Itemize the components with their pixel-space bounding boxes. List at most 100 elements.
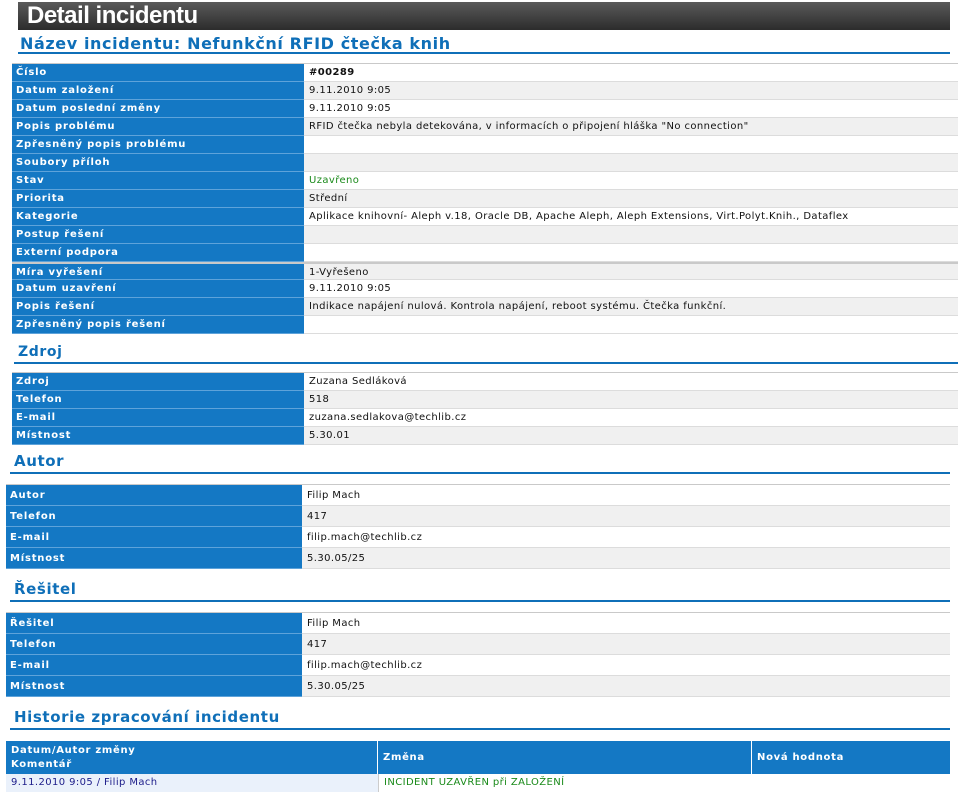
row-solver-phone: Telefon 417 <box>6 634 950 655</box>
row-external-support: Externí podpora <box>12 244 958 262</box>
field-label: Postup řešení <box>12 226 304 244</box>
field-label: Číslo <box>12 64 304 82</box>
field-label: Soubory příloh <box>12 154 304 172</box>
closed-date: 9.11.2010 9:05 <box>304 280 958 298</box>
history-header: Datum/Autor změny Komentář Změna Nová ho… <box>6 741 950 774</box>
solver-table: Řešitel Filip Mach Telefon 417 E-mail filip… <box>6 612 950 697</box>
field-label: Zpřesněný popis problému <box>12 136 304 154</box>
history-row: 9.11.2010 9:05 / Filip Mach INCIDENT UZA… <box>6 774 950 792</box>
source-heading: Zdroj <box>14 344 958 364</box>
solution-description: Indikace napájení nulová. Kontrola napáj… <box>304 298 958 316</box>
priority-value: Střední <box>304 190 958 208</box>
field-label: Míra vyřešení <box>12 262 304 280</box>
row-modified: Datum poslední změny 9.11.2010 9:05 <box>12 100 958 118</box>
field-label: Místnost <box>6 548 302 569</box>
field-label: Datum založení <box>12 82 304 100</box>
row-closed: Datum uzavření 9.11.2010 9:05 <box>12 280 958 298</box>
history-change: INCIDENT UZAVŘEN při ZALOŽENÍ <box>378 774 752 792</box>
field-label: Telefon <box>6 634 302 655</box>
field-label: Datum uzavření <box>12 280 304 298</box>
row-status: Stav Uzavřeno <box>12 172 958 190</box>
row-source-email: E-mail zuzana.sedlakova@techlib.cz <box>12 409 958 427</box>
row-author-room: Místnost 5.30.05/25 <box>6 548 950 569</box>
history-new-value <box>752 774 950 792</box>
field-label: Datum poslední změny <box>12 100 304 118</box>
field-label: Priorita <box>12 190 304 208</box>
author-room: 5.30.05/25 <box>302 548 950 569</box>
field-label: E-mail <box>6 527 302 548</box>
row-problem-detail: Zpřesněný popis problému <box>12 136 958 154</box>
problem-detail <box>304 136 958 154</box>
source-phone: 518 <box>304 391 958 409</box>
row-solution-detail: Zpřesněný popis řešení <box>12 316 958 334</box>
page-title: Detail incidentu <box>18 2 950 30</box>
history-table: Datum/Autor změny Komentář Změna Nová ho… <box>6 741 950 792</box>
problem-description: RFID čtečka nebyla detekována, v informa… <box>304 118 958 136</box>
row-solver: Řešitel Filip Mach <box>6 613 950 634</box>
field-label: Zpřesněný popis řešení <box>12 316 304 334</box>
solver-email: filip.mach@techlib.cz <box>302 655 950 676</box>
history-col-date-author: Datum/Autor změny Komentář <box>6 741 378 774</box>
solver-heading: Řešitel <box>10 580 950 602</box>
history-heading: Historie zpracování incidentu <box>10 708 950 730</box>
field-label: Zdroj <box>12 373 304 391</box>
history-date-author: 9.11.2010 9:05 / Filip Mach <box>6 774 378 792</box>
incident-table: Číslo #00289 Datum založení 9.11.2010 9:05… <box>12 63 958 334</box>
source-room: 5.30.01 <box>304 427 958 445</box>
row-author-email: E-mail filip.mach@techlib.cz <box>6 527 950 548</box>
solver-phone: 417 <box>302 634 950 655</box>
attachments[interactable] <box>304 154 958 172</box>
row-priority: Priorita Střední <box>12 190 958 208</box>
author-name: Filip Mach <box>302 485 950 506</box>
source-email: zuzana.sedlakova@techlib.cz <box>304 409 958 427</box>
row-solver-email: E-mail filip.mach@techlib.cz <box>6 655 950 676</box>
row-source: Zdroj Zuzana Sedláková <box>12 373 958 391</box>
row-number: Číslo #00289 <box>12 64 958 82</box>
row-procedure: Postup řešení <box>12 226 958 244</box>
col-date-author-label: Datum/Autor změny <box>11 745 136 756</box>
solver-room: 5.30.05/25 <box>302 676 950 697</box>
modified-date: 9.11.2010 9:05 <box>304 100 958 118</box>
row-problem: Popis problému RFID čtečka nebyla detekov… <box>12 118 958 136</box>
author-table: Autor Filip Mach Telefon 417 E-mail filip.m… <box>6 484 950 569</box>
category-value: Aplikace knihovní- Aleph v.18, Oracle DB… <box>304 208 958 226</box>
external-support-value <box>304 244 958 262</box>
created-date: 9.11.2010 9:05 <box>304 82 958 100</box>
field-label: E-mail <box>6 655 302 676</box>
status-value: Uzavřeno <box>304 172 958 190</box>
field-label: Popis řešení <box>12 298 304 316</box>
field-label: Telefon <box>12 391 304 409</box>
field-label: Telefon <box>6 506 302 527</box>
col-comment-label: Komentář <box>11 759 72 770</box>
solution-detail <box>304 316 958 334</box>
resolution-rate-value: 1-Vyřešeno <box>304 262 958 280</box>
row-author: Autor Filip Mach <box>6 485 950 506</box>
author-email: filip.mach@techlib.cz <box>302 527 950 548</box>
row-category: Kategorie Aplikace knihovní- Aleph v.18, … <box>12 208 958 226</box>
row-source-room: Místnost 5.30.01 <box>12 427 958 445</box>
history-col-change: Změna <box>378 741 752 774</box>
history-col-new-value: Nová hodnota <box>757 752 845 763</box>
field-label: Popis problému <box>12 118 304 136</box>
field-label: Stav <box>12 172 304 190</box>
row-resolution-rate: Míra vyřešení 1-Vyřešeno <box>12 262 958 280</box>
field-label: E-mail <box>12 409 304 427</box>
row-solution: Popis řešení Indikace napájení nulová. Ko… <box>12 298 958 316</box>
source-table: Zdroj Zuzana Sedláková Telefon 518 E-mail z… <box>12 372 958 445</box>
field-label: Kategorie <box>12 208 304 226</box>
incident-heading: Název incidentu: Nefunkční RFID čtečka k… <box>18 34 950 54</box>
field-label: Místnost <box>12 427 304 445</box>
row-solver-room: Místnost 5.30.05/25 <box>6 676 950 697</box>
row-author-phone: Telefon 417 <box>6 506 950 527</box>
procedure-value <box>304 226 958 244</box>
incident-number: #00289 <box>304 64 958 82</box>
field-label: Autor <box>6 485 302 506</box>
field-label: Řešitel <box>6 613 302 634</box>
author-phone: 417 <box>302 506 950 527</box>
field-label: Externí podpora <box>12 244 304 262</box>
author-heading: Autor <box>10 452 950 474</box>
solver-name: Filip Mach <box>302 613 950 634</box>
source-name: Zuzana Sedláková <box>304 373 958 391</box>
row-attachments: Soubory příloh <box>12 154 958 172</box>
field-label: Místnost <box>6 676 302 697</box>
